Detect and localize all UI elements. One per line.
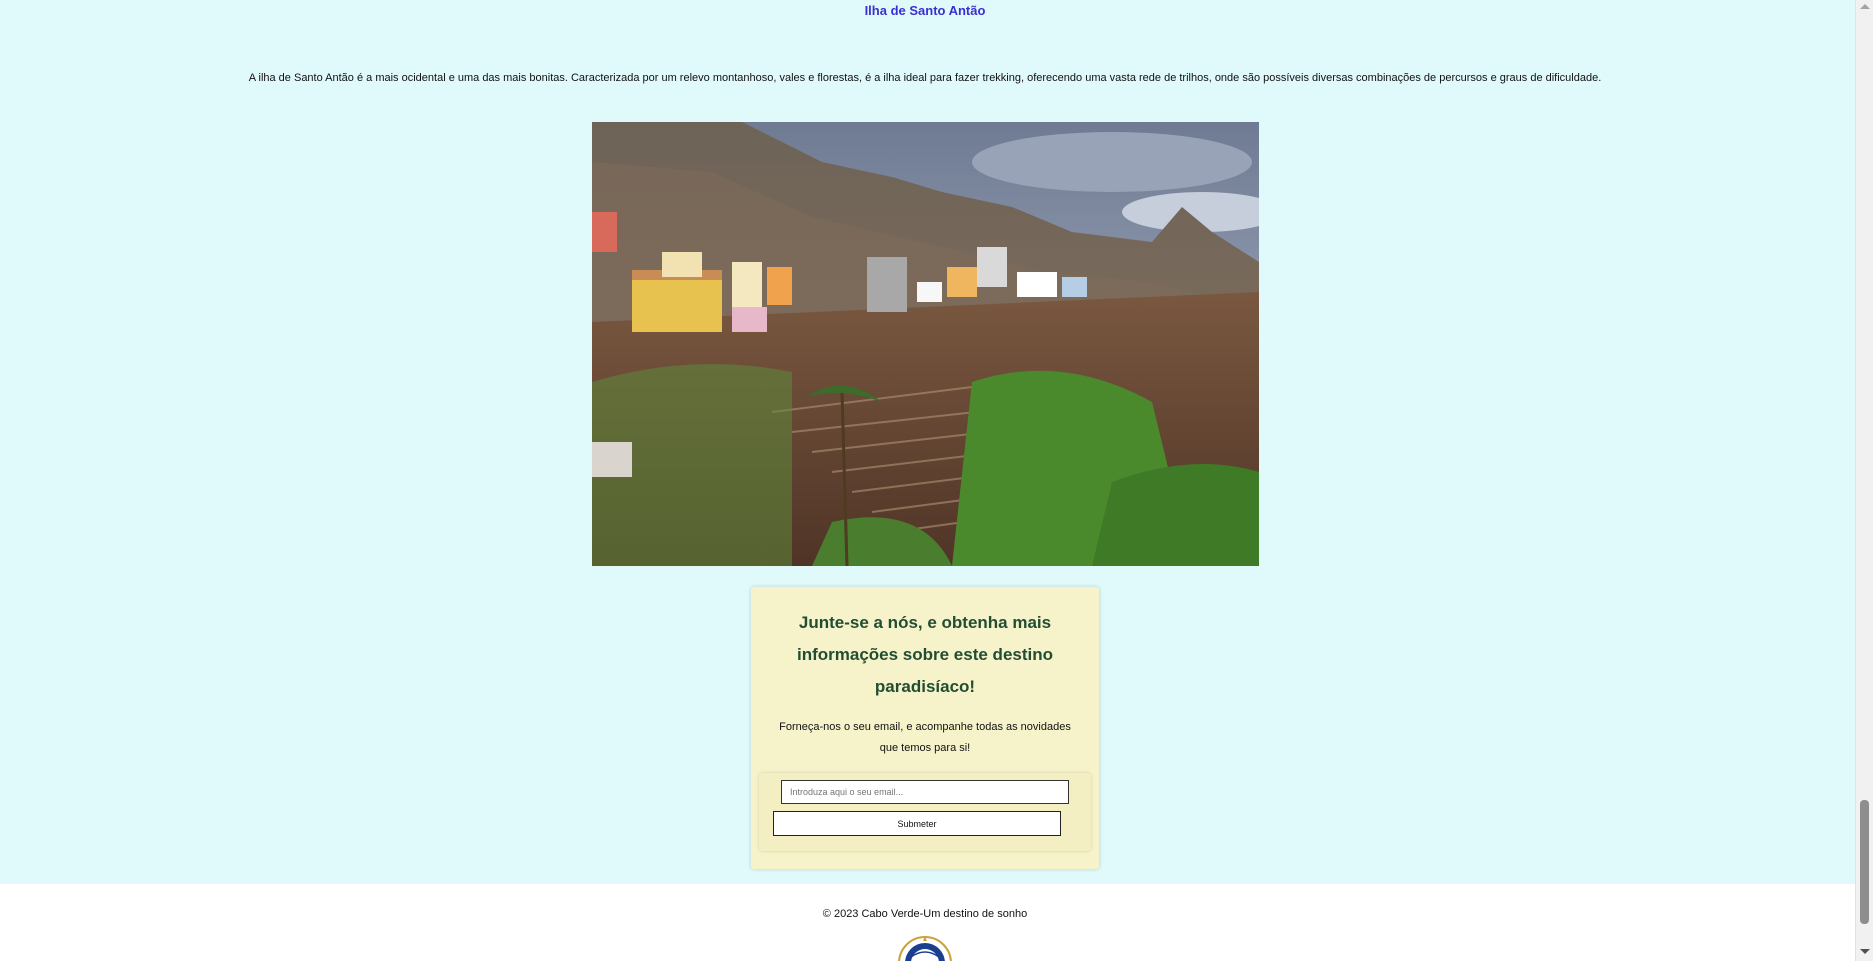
submit-button[interactable]: Submeter [773, 811, 1061, 836]
vertical-scrollbar[interactable] [1855, 0, 1873, 961]
page: Ilha de Santo Antão A ilha de Santo Antã… [0, 0, 1855, 961]
main-content: Ilha de Santo Antão A ilha de Santo Antã… [0, 0, 1855, 884]
newsletter-heading: Junte-se a nós, e obtenha mais informaçõ… [796, 613, 1054, 696]
santo-antao-photo [592, 122, 1259, 566]
scroll-down-arrow-icon[interactable] [1860, 949, 1870, 954]
scroll-up-arrow-icon[interactable] [1860, 4, 1870, 9]
copyright-text: © 2023 Cabo Verde-Um destino de sonho [822, 908, 1028, 920]
email-field[interactable] [781, 780, 1069, 804]
newsletter-text: Forneça-nos o seu email, e acompanhe tod… [779, 721, 1071, 754]
scroll-thumb[interactable] [1860, 800, 1869, 924]
footer: © 2023 Cabo Verde-Um destino de sonho [0, 884, 1855, 961]
newsletter-card: Junte-se a nós, e obtenha mais informaçõ… [751, 587, 1099, 869]
island-description: A ilha de Santo Antão é a mais ocidental… [248, 72, 1602, 84]
cabo-verde-emblem-icon [897, 935, 953, 961]
island-title-link[interactable]: Ilha de Santo Antão [0, 3, 1850, 18]
